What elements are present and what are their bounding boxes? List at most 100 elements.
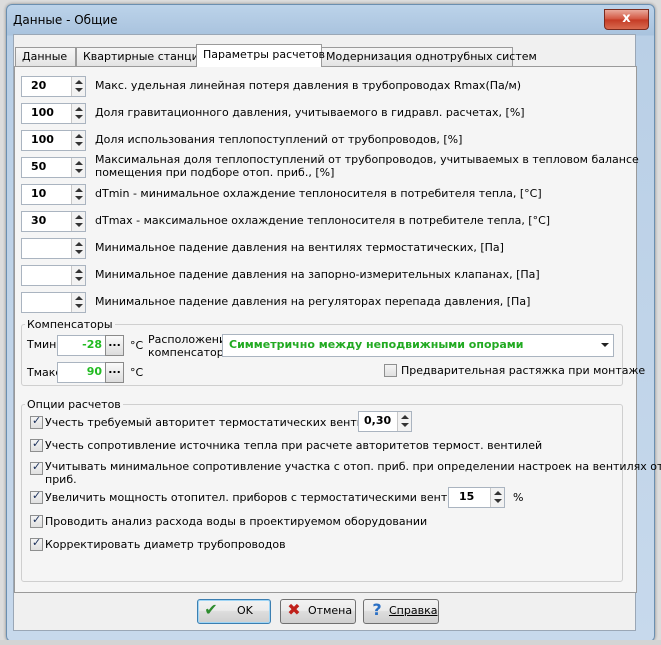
ok-label: OK — [237, 604, 253, 617]
shutoff-valve-dp-spinner[interactable] — [21, 265, 86, 286]
chevron-down-icon[interactable] — [601, 343, 609, 347]
rmax-label: Макс. удельная линейная потеря давления … — [95, 79, 522, 92]
max-heat-gain-share-spinner[interactable]: 50 — [21, 157, 86, 178]
arrow-up-icon[interactable] — [75, 296, 83, 300]
spinner-arrows[interactable] — [71, 266, 85, 285]
correct-diameter-checkbox[interactable] — [30, 536, 43, 551]
dtmin-label: dTmin - минимальное охлаждение теплоноси… — [95, 187, 542, 200]
arrow-down-icon[interactable] — [75, 250, 83, 254]
spinner-arrows[interactable] — [71, 293, 85, 312]
arrow-up-icon[interactable] — [401, 415, 409, 419]
spinner-arrows[interactable] — [71, 239, 85, 258]
tab-label: Квартирные станции — [83, 50, 206, 63]
arrow-down-icon[interactable] — [75, 223, 83, 227]
title-bar[interactable]: Данные - Общие x — [7, 5, 654, 35]
ok-button[interactable]: ✔ OK — [197, 599, 271, 624]
min-resistance-checkbox[interactable] — [30, 460, 43, 475]
dtmin-spinner[interactable]: 10 — [21, 184, 86, 205]
spinner-arrows[interactable] — [71, 185, 85, 204]
cancel-button[interactable]: ✖ Отмена — [280, 599, 356, 624]
tmax-field[interactable]: 90 — [57, 362, 107, 383]
arrow-down-icon[interactable] — [494, 499, 502, 503]
arrow-up-icon[interactable] — [75, 161, 83, 165]
close-button[interactable]: x — [604, 9, 649, 30]
arrow-down-icon[interactable] — [75, 304, 83, 308]
arrow-up-icon[interactable] — [75, 188, 83, 192]
arrow-up-icon[interactable] — [494, 491, 502, 495]
arrow-up-icon[interactable] — [75, 215, 83, 219]
prestretch-label: Предварительная растяжка при монтаже — [401, 364, 646, 377]
checkmark-icon: ✔ — [204, 600, 218, 619]
spinner-value: 20 — [31, 79, 47, 92]
prestretch-checkbox[interactable] — [384, 364, 397, 377]
spinner-arrows[interactable] — [71, 104, 85, 123]
tmin-label: Tмин — [27, 338, 57, 351]
arrow-up-icon[interactable] — [75, 134, 83, 138]
heat-gain-usage-spinner[interactable]: 100 — [21, 130, 86, 151]
gravity-pressure-label: Доля гравитационного давления, учитываем… — [95, 106, 525, 119]
gravity-pressure-spinner[interactable]: 100 — [21, 103, 86, 124]
spinner-arrows[interactable] — [490, 488, 504, 507]
max-heat-gain-share-label-cont: помещения при подборе отоп. приб., [%] — [95, 166, 335, 179]
heat-gain-usage-label: Доля использования теплопоступлений от т… — [95, 133, 463, 146]
tab-label: Параметры расчетов — [203, 48, 326, 61]
arrow-up-icon[interactable] — [75, 80, 83, 84]
arrow-down-icon[interactable] — [75, 169, 83, 173]
arrow-up-icon[interactable] — [75, 242, 83, 246]
spinner-arrows[interactable] — [397, 412, 411, 431]
tmax-value: 90 — [86, 365, 102, 378]
authority-spinner[interactable]: 0,30 — [358, 411, 412, 432]
thermostatic-valve-dp-label: Минимальное падение давления на вентилях… — [95, 241, 504, 254]
cross-icon: ✖ — [287, 600, 301, 619]
arrow-down-icon[interactable] — [75, 196, 83, 200]
rmax-spinner[interactable]: 20 — [21, 76, 86, 97]
spinner-value: 15 — [459, 490, 475, 503]
close-icon: x — [622, 11, 631, 26]
increase-power-spinner[interactable]: 15 — [448, 487, 505, 508]
dtmax-label: dTmax - максимальное охлаждение теплонос… — [95, 214, 551, 227]
correct-diameter-label: Корректировать диаметр трубопроводов — [45, 538, 286, 551]
water-flow-analysis-checkbox[interactable] — [30, 513, 43, 528]
arrow-down-icon[interactable] — [401, 423, 409, 427]
increase-power-label: Увеличить мощность отопител. приборов с … — [45, 491, 501, 504]
help-button[interactable]: ? Справка — [363, 599, 439, 624]
dp-regulator-label: Минимальное падение давления на регулято… — [95, 295, 531, 308]
min-resistance-label: Учитывать минимальное сопротивление учас… — [45, 460, 661, 473]
dp-regulator-spinner[interactable] — [21, 292, 86, 313]
tmax-browse-button[interactable]: ... — [105, 362, 124, 383]
cancel-label: Отмена — [308, 604, 353, 617]
tab-label: Данные — [22, 50, 68, 63]
tab-label: Модернизация однотрубных систем — [326, 50, 537, 63]
location-label-cont: компенсатора — [148, 346, 231, 359]
water-flow-analysis-label: Проводить анализ расхода воды в проектир… — [45, 515, 428, 528]
tmax-unit: °C — [130, 366, 144, 379]
tab-data[interactable]: Данные — [15, 47, 76, 66]
arrow-down-icon[interactable] — [75, 277, 83, 281]
dtmax-spinner[interactable]: 30 — [21, 211, 86, 232]
ellipsis-icon: ... — [108, 336, 121, 349]
increase-power-unit: % — [513, 491, 524, 504]
thermostatic-valve-dp-spinner[interactable] — [21, 238, 86, 259]
tab-one-pipe-modernization[interactable]: Модернизация однотрубных систем — [319, 47, 537, 66]
arrow-up-icon[interactable] — [75, 107, 83, 111]
increase-power-checkbox[interactable] — [30, 489, 43, 504]
tmin-browse-button[interactable]: ... — [105, 335, 124, 356]
tab-apartment-stations[interactable]: Квартирные станции — [76, 47, 206, 66]
spinner-arrows[interactable] — [71, 77, 85, 96]
ellipsis-icon: ... — [108, 363, 121, 376]
compensator-location-select[interactable]: Симметрично между неподвижными опорами — [222, 334, 614, 357]
arrow-down-icon[interactable] — [75, 88, 83, 92]
spinner-value: 10 — [31, 187, 47, 200]
shutoff-valve-dp-label: Минимальное падение давления на запорно-… — [95, 268, 540, 281]
authority-label: Учесть требуемый авторитет термостатичес… — [45, 416, 385, 429]
source-resistance-checkbox[interactable] — [30, 437, 43, 452]
arrow-down-icon[interactable] — [75, 142, 83, 146]
tab-calc-parameters[interactable]: Параметры расчетов — [196, 44, 326, 67]
tmin-field[interactable]: -28 — [57, 335, 107, 356]
spinner-arrows[interactable] — [71, 131, 85, 150]
arrow-down-icon[interactable] — [75, 115, 83, 119]
arrow-up-icon[interactable] — [75, 269, 83, 273]
authority-checkbox[interactable] — [30, 414, 43, 429]
spinner-arrows[interactable] — [71, 212, 85, 231]
spinner-arrows[interactable] — [71, 158, 85, 177]
